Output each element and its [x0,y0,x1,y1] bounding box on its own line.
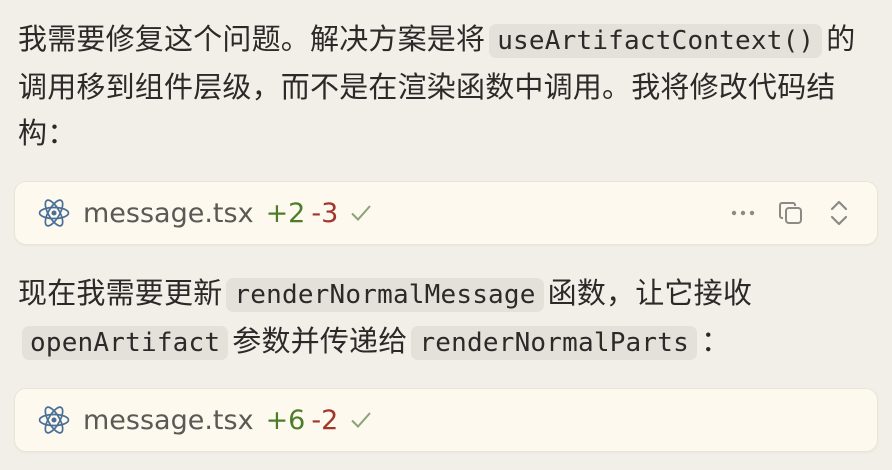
inline-code: renderNormalMessage [226,278,544,312]
paragraph-text: 函数，让它接收 [547,276,753,310]
assistant-message-paragraph: 现在我需要更新 renderNormalMessage 函数，让它接收 openArt… [18,270,874,366]
check-icon [351,412,372,428]
file-edit-card[interactable]: message.tsx +2 -3 [14,181,878,245]
inline-code: openArtifact [22,326,229,360]
file-name: message.tsx [83,197,254,229]
react-icon [38,406,70,434]
card-actions [719,193,863,233]
inline-code: useArtifactContext() [489,24,823,58]
expand-icon [830,200,848,226]
paragraph-text: ： [700,324,731,358]
paragraph-text: 参数并传递给 [232,324,408,358]
copy-button[interactable] [767,193,815,233]
more-icon [731,210,755,216]
lines-added: +6 [265,404,306,436]
lines-removed: -2 [311,404,339,436]
lines-removed: -3 [311,197,339,229]
react-icon [38,199,70,227]
file-edit-card[interactable]: message.tsx +6 -2 [14,388,878,452]
inline-code: renderNormalParts [411,326,697,360]
file-name: message.tsx [83,404,254,436]
lines-added: +2 [265,197,306,229]
more-button[interactable] [719,193,767,233]
chat-transcript: 我需要修复这个问题。解决方案是将 useArtifactContext() 的调用移… [0,0,892,470]
paragraph-text: 我需要修复这个问题。解决方案是将 [18,22,486,56]
check-icon [351,205,372,221]
assistant-message-paragraph: 我需要修复这个问题。解决方案是将 useArtifactContext() 的调用移… [18,16,874,156]
expand-button[interactable] [815,193,863,233]
copy-icon [779,202,802,224]
paragraph-text: 现在我需要更新 [18,276,223,310]
